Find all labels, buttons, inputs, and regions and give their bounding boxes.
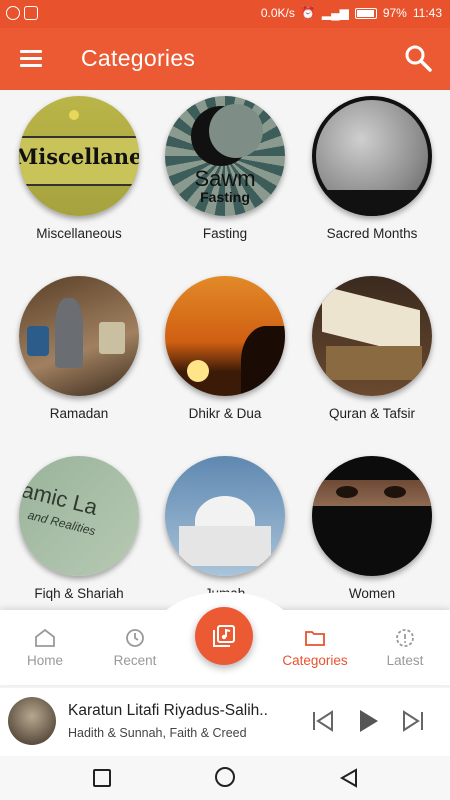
network-speed: 0.0K/s [260, 6, 295, 20]
alarm-icon: ⏰ [300, 6, 316, 20]
app-bar: Categories [0, 28, 450, 90]
category-label: Miscellaneous [36, 226, 122, 241]
sunset-image [165, 276, 285, 396]
nav-home[interactable]: Home [0, 628, 90, 668]
category-grid: Miscellaneous Miscellaneous Sawm Fasting… [0, 90, 450, 610]
clock: 11:43 [412, 6, 442, 20]
mini-player[interactable]: Karatun Litafi Riyadus-Salih.. Hadith & … [0, 688, 450, 756]
whatsapp-icon [6, 6, 20, 20]
nav-recent-label: Recent [113, 653, 157, 668]
category-label: Dhikr & Dua [188, 406, 262, 421]
battery-icon [354, 7, 377, 19]
niqab-image [312, 456, 432, 576]
quran-image [312, 276, 432, 396]
status-bar: 0.0K/s ⏰ ▂▄▆ 97% 11:43 [0, 0, 450, 28]
search-icon[interactable] [404, 44, 432, 72]
home-circle-icon[interactable] [215, 767, 235, 787]
moon-image [312, 96, 432, 216]
menu-icon[interactable] [20, 50, 42, 67]
category-label: Sacred Months [326, 226, 418, 241]
category-label: Women [348, 586, 396, 601]
home-icon [35, 628, 55, 647]
nav-recent[interactable]: Recent [90, 628, 180, 668]
misc-image-text: Miscellaneous [19, 144, 139, 169]
nav-categories-label: Categories [282, 653, 348, 668]
category-label: Ramadan [49, 406, 109, 421]
nav-latest[interactable]: Latest [360, 628, 450, 668]
play-icon[interactable] [355, 708, 381, 734]
music-library-button[interactable] [195, 607, 253, 665]
new-badge-icon [396, 629, 414, 647]
fasting-image: Sawm Fasting [165, 96, 285, 216]
nav-home-label: Home [26, 653, 63, 668]
lantern-image [19, 276, 139, 396]
folder-icon [305, 631, 325, 646]
track-artwork [8, 697, 56, 745]
nav-latest-label: Latest [386, 653, 424, 668]
recents-icon[interactable] [93, 769, 111, 787]
category-label: Fiqh & Shariah [34, 586, 124, 601]
track-title: Karatun Litafi Riyadus-Salih.. [68, 702, 268, 719]
system-navigation-bar [0, 757, 450, 800]
previous-icon[interactable] [310, 708, 336, 734]
fiqh-image: amic La and Realities [19, 456, 139, 576]
fasting-subtext: Fasting [200, 189, 250, 205]
back-icon[interactable] [340, 768, 358, 788]
page-title: Categories [81, 45, 196, 71]
next-icon[interactable] [400, 708, 426, 734]
track-categories: Hadith & Sunnah, Faith & Creed [68, 726, 247, 740]
music-library-icon [213, 625, 235, 647]
miscellaneous-image: Miscellaneous [19, 96, 139, 216]
nav-categories[interactable]: Categories [270, 628, 360, 668]
battery-level: 97% [382, 6, 407, 20]
signal-icon: ▂▄▆ [321, 6, 349, 20]
category-label: Fasting [202, 226, 248, 241]
history-icon [126, 629, 144, 647]
mosque-image [165, 456, 285, 576]
cast-icon [24, 6, 38, 20]
category-label: Quran & Tafsir [328, 406, 416, 421]
